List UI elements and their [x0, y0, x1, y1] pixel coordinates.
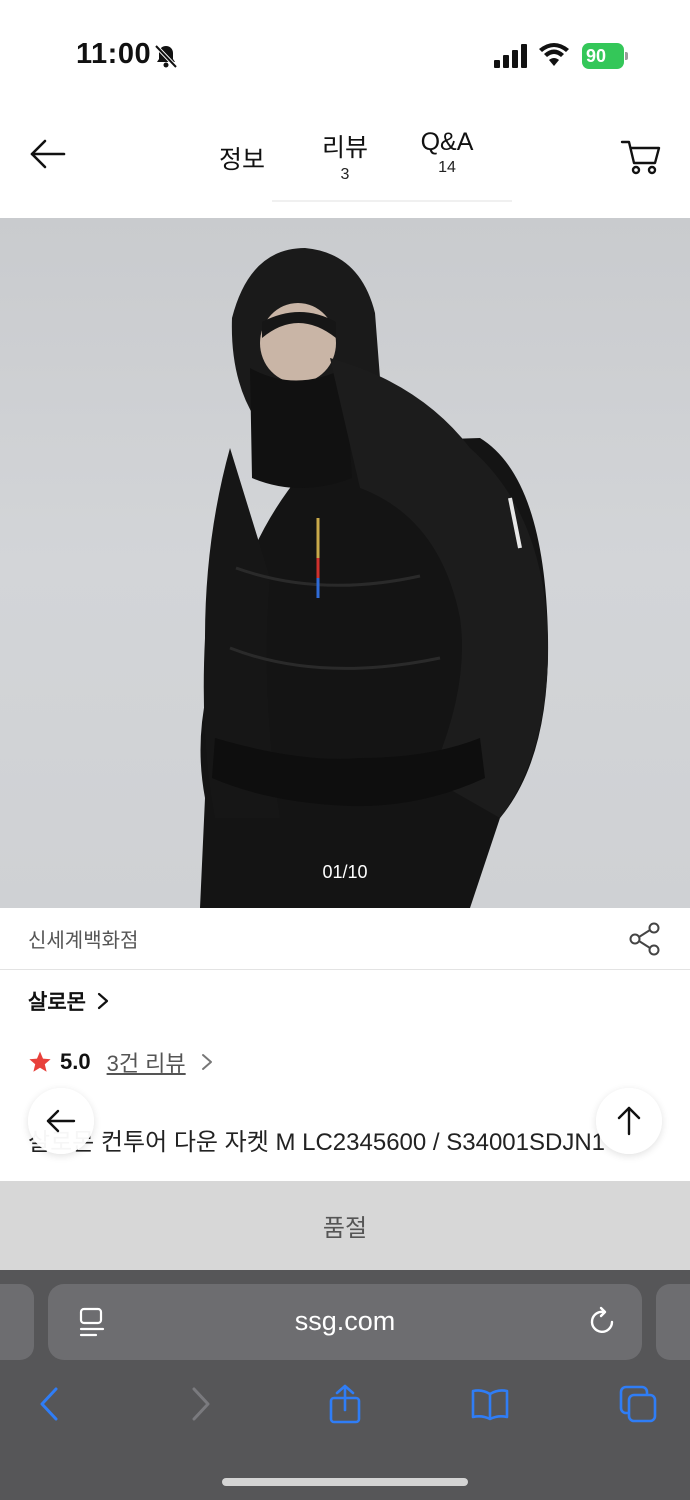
- floating-back-button[interactable]: [28, 1088, 94, 1154]
- home-indicator: [222, 1478, 468, 1486]
- scroll-top-button[interactable]: [596, 1088, 662, 1154]
- tab-label: Q&A: [420, 128, 474, 156]
- rating-value: 5.0: [60, 1049, 91, 1074]
- star-icon: [29, 1051, 51, 1072]
- bell-muted-icon: [154, 44, 178, 69]
- bookmarks-icon[interactable]: [470, 1384, 510, 1424]
- browser-forward-icon[interactable]: [180, 1384, 220, 1424]
- product-title: 살로몬 컨투어 다운 자켓 M LC2345600 / S34001SDJN1: [28, 1129, 606, 1156]
- status-time: 11:00: [76, 38, 152, 70]
- next-tab-preview[interactable]: [656, 1284, 690, 1360]
- tab-info[interactable]: 정보: [210, 140, 274, 176]
- tab-divider: [272, 200, 512, 202]
- review-link[interactable]: 3건 리뷰: [107, 1046, 186, 1078]
- brand-name: 살로몬: [28, 991, 86, 1014]
- brand-link[interactable]: 살로몬: [28, 986, 110, 1016]
- arrow-up-icon: [617, 1106, 641, 1136]
- battery-level: 90: [586, 45, 607, 66]
- browser-toolbar: ssg.com: [0, 1270, 690, 1500]
- tab-count: 3: [340, 166, 350, 183]
- url-text: ssg.com: [294, 1306, 396, 1336]
- cellular-signal-icon: [494, 44, 527, 68]
- status-bar: 11:00 90: [0, 0, 690, 100]
- product-image-carousel[interactable]: 01/10: [0, 218, 690, 908]
- battery-indicator: 90: [582, 43, 628, 69]
- tabs-icon[interactable]: [618, 1384, 658, 1424]
- tab-label: 정보: [218, 146, 265, 174]
- chevron-right-icon: [97, 992, 109, 1010]
- seller-row: 신세계백화점: [0, 908, 690, 970]
- reload-icon[interactable]: [588, 1306, 618, 1338]
- tab-label: 리뷰: [321, 134, 368, 162]
- product-header: 정보 리뷰 3 Q&A 14: [0, 100, 690, 218]
- share-sheet-icon[interactable]: [325, 1384, 365, 1424]
- sold-out-button[interactable]: 품절: [0, 1181, 690, 1270]
- tab-count: 14: [438, 159, 456, 176]
- rating-row: 5.0 3건 리뷰: [28, 1046, 214, 1078]
- previous-tab-preview[interactable]: [0, 1284, 34, 1360]
- browser-back-icon[interactable]: [30, 1384, 70, 1424]
- product-photo: [200, 248, 549, 908]
- seller-name[interactable]: 신세계백화점: [28, 924, 138, 953]
- tab-review[interactable]: 리뷰 3: [312, 128, 378, 184]
- arrow-left-icon[interactable]: [28, 136, 68, 172]
- share-icon[interactable]: [628, 922, 662, 956]
- wifi-icon: [539, 43, 569, 66]
- image-counter: 01/10: [322, 862, 368, 882]
- address-bar[interactable]: ssg.com: [48, 1284, 642, 1360]
- arrow-left-icon: [46, 1109, 76, 1133]
- cart-icon[interactable]: [620, 136, 662, 176]
- tab-qa[interactable]: Q&A 14: [410, 128, 484, 177]
- chevron-right-icon: [201, 1054, 212, 1070]
